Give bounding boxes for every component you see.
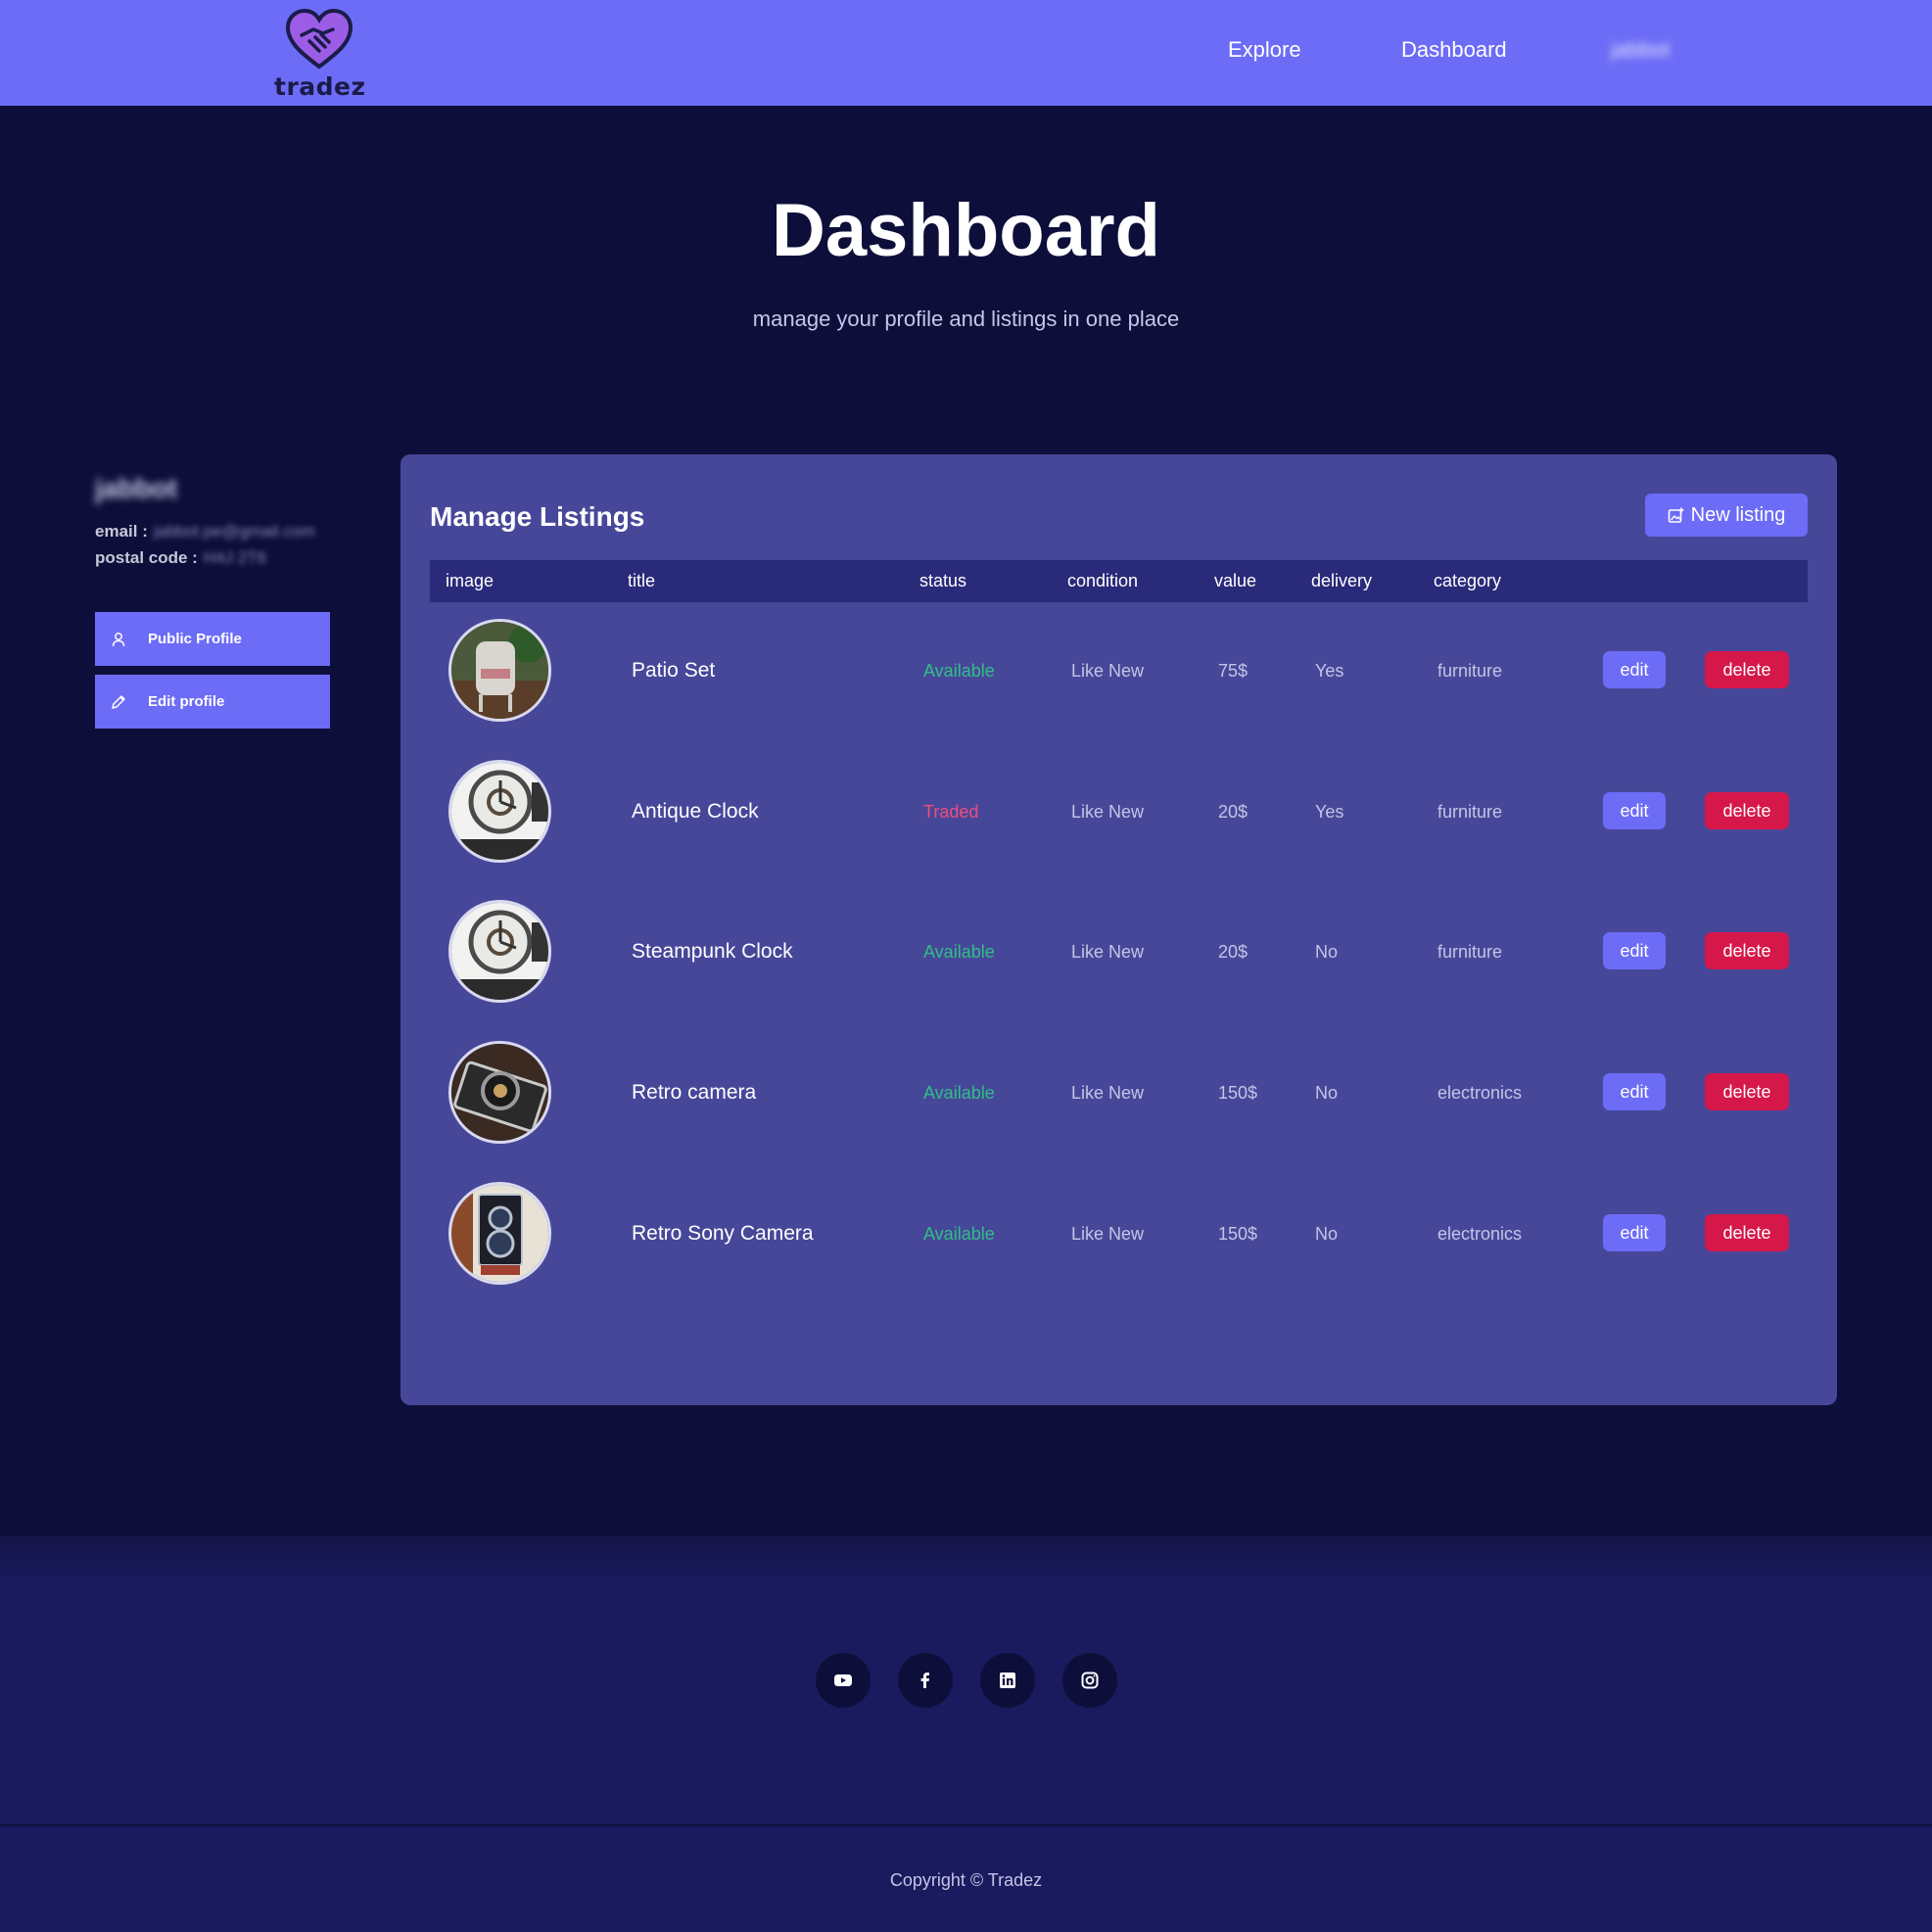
page-subtitle: manage your profile and listings in one … [752,306,1180,331]
profile-postal-code: postal code : H4J 2T6 [95,548,266,568]
user-icon [111,632,126,647]
listing-thumbnail-retro-sony-camera [448,1182,551,1285]
listing-value: 150$ [1218,1224,1258,1244]
table-row: Steampunk Clock Available Like New 20$ N… [430,899,1808,1007]
social-links [816,1653,1119,1708]
listing-condition: Like New [1071,802,1145,822]
listing-title: Patio Set [632,659,716,682]
new-listing-label: New listing [1690,503,1786,526]
listing-status: Available [923,1224,995,1244]
listing-status: Available [923,942,995,962]
listing-delivery: Yes [1315,661,1344,681]
listing-thumbnail-retro-camera [448,1041,551,1144]
footer: Copyright © Tradez [0,1535,1932,1932]
edit-listing-button[interactable]: edit [1603,932,1666,969]
column-header-category: category [1434,571,1502,590]
profile-username: jabbot [95,473,177,503]
table-row: Retro Sony Camera Available Like New 150… [430,1181,1808,1289]
listing-title: Retro camera [632,1081,757,1104]
table-row: Retro camera Available Like New 150$ No … [430,1040,1808,1148]
nav-dashboard-link[interactable]: Dashboard [1401,37,1507,63]
listing-category: furniture [1437,802,1503,822]
listing-delivery: Yes [1315,802,1344,822]
listing-status: Traded [923,802,979,822]
listing-thumbnail-steampunk-clock [448,900,551,1003]
footer-divider [0,1824,1932,1826]
logo-text: tradez [274,72,366,101]
manage-listings-card: Manage Listings New listing image title … [401,454,1837,1405]
edit-listing-button[interactable]: edit [1603,792,1666,829]
listing-category: electronics [1437,1224,1523,1244]
top-navbar: tradez Explore Dashboard jabbot [0,0,1932,106]
edit-profile-button[interactable]: Edit profile [95,675,330,729]
listing-value: 150$ [1218,1083,1258,1103]
listing-thumbnail-patio-set [448,619,551,722]
listing-delivery: No [1315,1083,1339,1103]
listing-value: 75$ [1218,661,1249,681]
page-title: Dashboard [772,189,1160,272]
table-row: Patio Set Available Like New 75$ Yes fur… [430,618,1808,726]
facebook-icon[interactable] [898,1653,953,1708]
listing-delivery: No [1315,942,1339,962]
column-header-value: value [1214,571,1257,590]
listing-value: 20$ [1218,942,1249,962]
listing-condition: Like New [1071,1224,1145,1244]
listing-value: 20$ [1218,802,1249,822]
add-image-icon [1668,507,1684,524]
delete-listing-button[interactable]: delete [1705,1073,1789,1110]
footer-fade [0,1535,1932,1584]
delete-listing-button[interactable]: delete [1705,651,1789,688]
column-header-image: image [446,571,495,590]
delete-listing-button[interactable]: delete [1705,792,1789,829]
nav-explore-link[interactable]: Explore [1228,37,1301,63]
handshake-heart-icon [285,8,353,70]
listing-condition: Like New [1071,661,1145,681]
listing-title: Steampunk Clock [632,940,793,963]
listings-table-header: image title status condition value deliv… [430,560,1808,602]
listing-condition: Like New [1071,942,1145,962]
public-profile-label: Public Profile [148,631,242,647]
pencil-icon [111,694,126,710]
column-header-condition: condition [1067,571,1139,590]
edit-listing-button[interactable]: edit [1603,1073,1666,1110]
listing-title: Retro Sony Camera [632,1222,814,1245]
listing-category: electronics [1437,1083,1523,1103]
delete-listing-button[interactable]: delete [1705,932,1789,969]
edit-listing-button[interactable]: edit [1603,651,1666,688]
listing-category: furniture [1437,942,1503,962]
manage-listings-title: Manage Listings [430,501,645,532]
email-label: email : [95,522,148,541]
listing-title: Antique Clock [632,800,759,823]
edit-listing-button[interactable]: edit [1603,1214,1666,1251]
new-listing-button[interactable]: New listing [1645,494,1808,537]
table-row: Antique Clock Traded Like New 20$ Yes fu… [430,759,1808,867]
postal-code-label: postal code : [95,548,198,567]
listing-status: Available [923,661,995,681]
tradez-logo[interactable]: tradez [272,8,366,102]
nav-user-link[interactable]: jabbot [1611,37,1670,63]
email-value: jabbot.pe@gmail.com [153,522,315,541]
instagram-icon[interactable] [1062,1653,1117,1708]
youtube-icon[interactable] [816,1653,871,1708]
listing-thumbnail-antique-clock [448,760,551,863]
listing-condition: Like New [1071,1083,1145,1103]
column-header-delivery: delivery [1311,571,1373,590]
column-header-title: title [628,571,656,590]
listing-status: Available [923,1083,995,1103]
linkedin-icon[interactable] [980,1653,1035,1708]
postal-code-value: H4J 2T6 [203,548,267,567]
profile-email: email : jabbot.pe@gmail.com [95,522,315,542]
listing-category: furniture [1437,661,1503,681]
copyright-text: Copyright © Tradez [889,1870,1043,1890]
listing-delivery: No [1315,1224,1339,1244]
edit-profile-label: Edit profile [148,693,225,710]
public-profile-button[interactable]: Public Profile [95,612,330,666]
column-header-status: status [919,571,967,590]
delete-listing-button[interactable]: delete [1705,1214,1789,1251]
